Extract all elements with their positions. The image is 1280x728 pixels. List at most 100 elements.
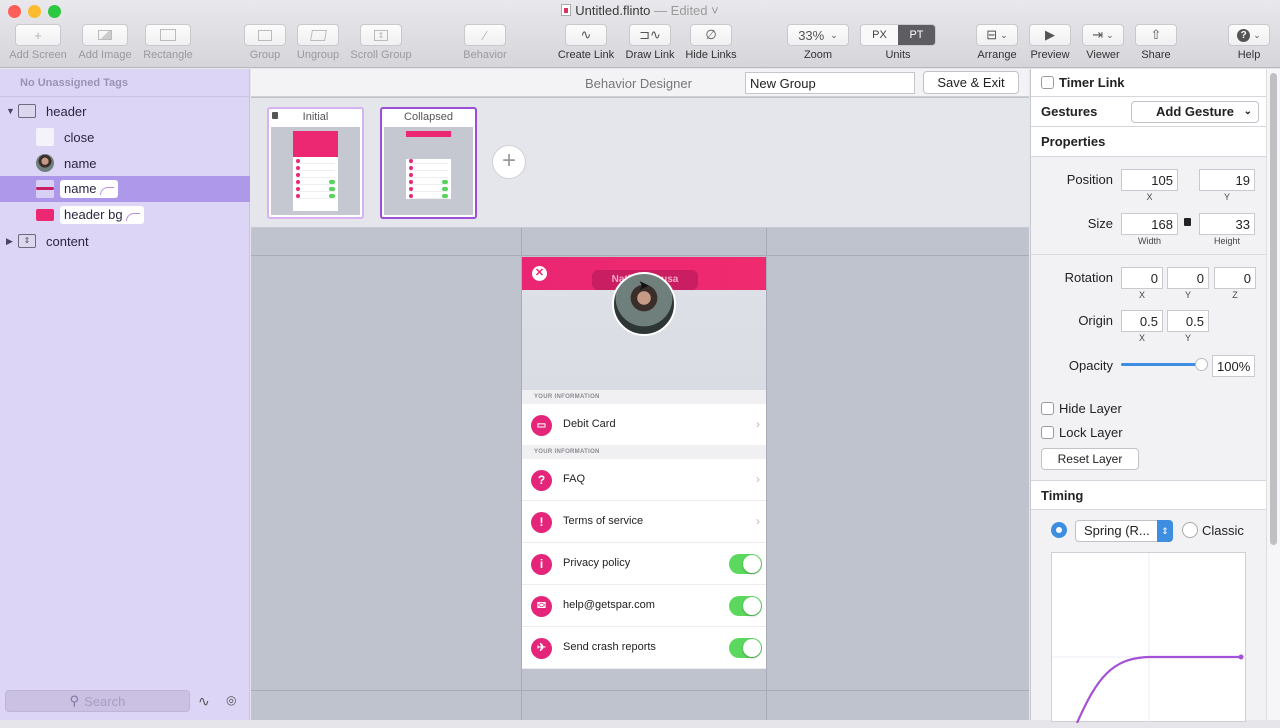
help-button[interactable]: ? ⌄ Help	[1226, 24, 1272, 61]
state-collapsed[interactable]: Collapsed	[380, 107, 477, 219]
edited-status[interactable]: — Edited ˅	[654, 3, 719, 18]
lock-aspect-icon[interactable]	[1184, 218, 1191, 226]
layer-name-field[interactable]: header bg	[60, 206, 144, 224]
list-item-privacy[interactable]: i Privacy policy	[522, 543, 766, 585]
y-caption: Y	[1184, 333, 1191, 343]
rotation-x-input[interactable]	[1121, 267, 1163, 289]
timing-mode-value: Spring (R...	[1084, 523, 1150, 538]
arrange-button[interactable]: ⊟ ⌄ Arrange	[974, 24, 1020, 61]
x-caption: X	[1138, 333, 1145, 343]
privacy-toggle[interactable]	[729, 554, 762, 574]
inspector-panel: Timer Link Gestures Add Gesture ⌄ Propert…	[1030, 69, 1267, 724]
link-filter-icon[interactable]: ∿	[198, 693, 210, 710]
ungroup-button[interactable]: Ungroup	[293, 24, 343, 61]
screen-canvas[interactable]: ✕ Nathan Sousa ➤ YOUR INFORMATION ▭ Debi…	[522, 257, 766, 669]
add-screen-button[interactable]: + Add Screen	[6, 24, 70, 61]
share-button[interactable]: ⇧ Share	[1134, 24, 1178, 61]
rectangle-icon	[160, 29, 176, 41]
header-bg-thumbnail-icon	[36, 209, 54, 221]
list-item-email[interactable]: ✉ help@getspar.com	[522, 585, 766, 627]
units-pt-button[interactable]: PT	[898, 25, 935, 45]
email-toggle[interactable]	[729, 596, 762, 616]
zoom-control[interactable]: 33% ⌄ Zoom	[786, 24, 850, 61]
guide-line	[251, 255, 1029, 256]
units-label: Units	[885, 49, 911, 61]
timing-mode-select[interactable]: Spring (R... ⇕	[1075, 520, 1173, 542]
close-icon[interactable]: ✕	[532, 266, 547, 281]
layer-close[interactable]: close	[0, 124, 250, 150]
opacity-input[interactable]	[1212, 355, 1255, 377]
behavior-button[interactable]: ⁄ Behavior	[460, 24, 510, 61]
viewer-button[interactable]: ⇥ ⌄ Viewer	[1080, 24, 1126, 61]
behavior-designer-title: Behavior Designer	[585, 76, 692, 91]
add-gesture-dropdown[interactable]: Add Gesture ⌄	[1131, 101, 1259, 123]
group-name-input[interactable]	[745, 72, 915, 94]
curve-endpoint[interactable]	[1238, 654, 1244, 660]
position-x-input[interactable]	[1121, 169, 1178, 191]
scroll-group-button[interactable]: ⇕ Scroll Group	[347, 24, 415, 61]
arrange-label: Arrange	[977, 49, 1017, 61]
rotation-label: Rotation	[1064, 270, 1113, 285]
list-item-faq[interactable]: ? FAQ ›	[522, 459, 766, 501]
layer-name-shape[interactable]: name	[0, 176, 250, 202]
group-button[interactable]: Group	[242, 24, 288, 61]
chevron-down-icon: ⌄	[1253, 29, 1261, 40]
height-caption: Height	[1213, 236, 1240, 246]
animation-curve-icon	[125, 213, 140, 221]
layer-name-image[interactable]: name	[0, 150, 250, 176]
inspector-scrollbar[interactable]	[1266, 69, 1280, 720]
chevron-down-icon: ⌄	[1000, 29, 1008, 40]
opacity-slider-knob[interactable]	[1195, 358, 1208, 371]
origin-y-input[interactable]	[1167, 310, 1209, 332]
draw-link-button[interactable]: ⊐∿ Draw Link	[622, 24, 678, 61]
add-image-button[interactable]: Add Image	[74, 24, 136, 61]
layer-name: name	[64, 155, 97, 171]
units-px-button[interactable]: PX	[861, 25, 898, 45]
list-item-crash-reports[interactable]: ✈ Send crash reports	[522, 627, 766, 669]
hide-layer-checkbox[interactable]	[1041, 402, 1054, 415]
save-exit-button[interactable]: Save & Exit	[923, 71, 1019, 94]
height-input[interactable]	[1199, 213, 1255, 235]
list-item-terms[interactable]: ! Terms of service ›	[522, 501, 766, 543]
add-image-label: Add Image	[78, 49, 132, 61]
spring-radio[interactable]	[1051, 522, 1067, 538]
scrollbar-thumb[interactable]	[1270, 73, 1277, 545]
animation-curve-icon	[99, 187, 114, 195]
timer-link-checkbox[interactable]	[1041, 76, 1054, 89]
create-link-button[interactable]: ∿ Create Link	[554, 24, 618, 61]
state-initial[interactable]: Initial	[267, 107, 364, 219]
reset-layer-button[interactable]: Reset Layer	[1041, 448, 1139, 470]
preview-button[interactable]: ▶ Preview	[1028, 24, 1072, 61]
layer-content-group[interactable]: ▶ ⇕ content	[0, 228, 250, 254]
disclosure-collapsed-icon[interactable]: ▶	[6, 236, 13, 247]
layer-name-field[interactable]: name	[60, 180, 118, 198]
preview-label: Preview	[1030, 49, 1070, 61]
rotation-y-input[interactable]	[1167, 267, 1209, 289]
add-state-button[interactable]: +	[492, 145, 526, 179]
width-caption: Width	[1137, 236, 1161, 246]
origin-x-input[interactable]	[1121, 310, 1163, 332]
rotation-z-input[interactable]	[1214, 267, 1256, 289]
rectangle-button[interactable]: Rectangle	[140, 24, 196, 61]
layer-header-bg[interactable]: header bg	[0, 202, 250, 228]
list-item-debit-card[interactable]: ▭ Debit Card ›	[522, 404, 766, 446]
gesture-filter-icon[interactable]: ◎	[226, 693, 236, 707]
crash-reports-toggle[interactable]	[729, 638, 762, 658]
section-header: YOUR INFORMATION	[522, 445, 766, 459]
disclosure-expanded-icon[interactable]: ▼	[6, 106, 15, 116]
units-control: PX PT Units	[858, 24, 938, 61]
layer-search-input[interactable]: ⚲ Search	[5, 690, 190, 712]
opacity-slider[interactable]	[1121, 358, 1208, 371]
ungroup-label: Ungroup	[296, 49, 340, 61]
position-y-input[interactable]	[1199, 169, 1255, 191]
position-label: Position	[1066, 172, 1113, 187]
lock-layer-checkbox[interactable]	[1041, 426, 1054, 439]
classic-radio[interactable]	[1182, 522, 1198, 538]
gestures-heading: Gestures	[1041, 104, 1098, 119]
layer-header-group[interactable]: ▼ header	[0, 98, 250, 124]
card-icon: ▭	[531, 415, 552, 436]
width-input[interactable]	[1121, 213, 1178, 235]
y-caption: Y	[1223, 192, 1230, 202]
hide-links-button[interactable]: ∅ Hide Links	[682, 24, 740, 61]
timing-curve-graph[interactable]	[1051, 552, 1247, 724]
